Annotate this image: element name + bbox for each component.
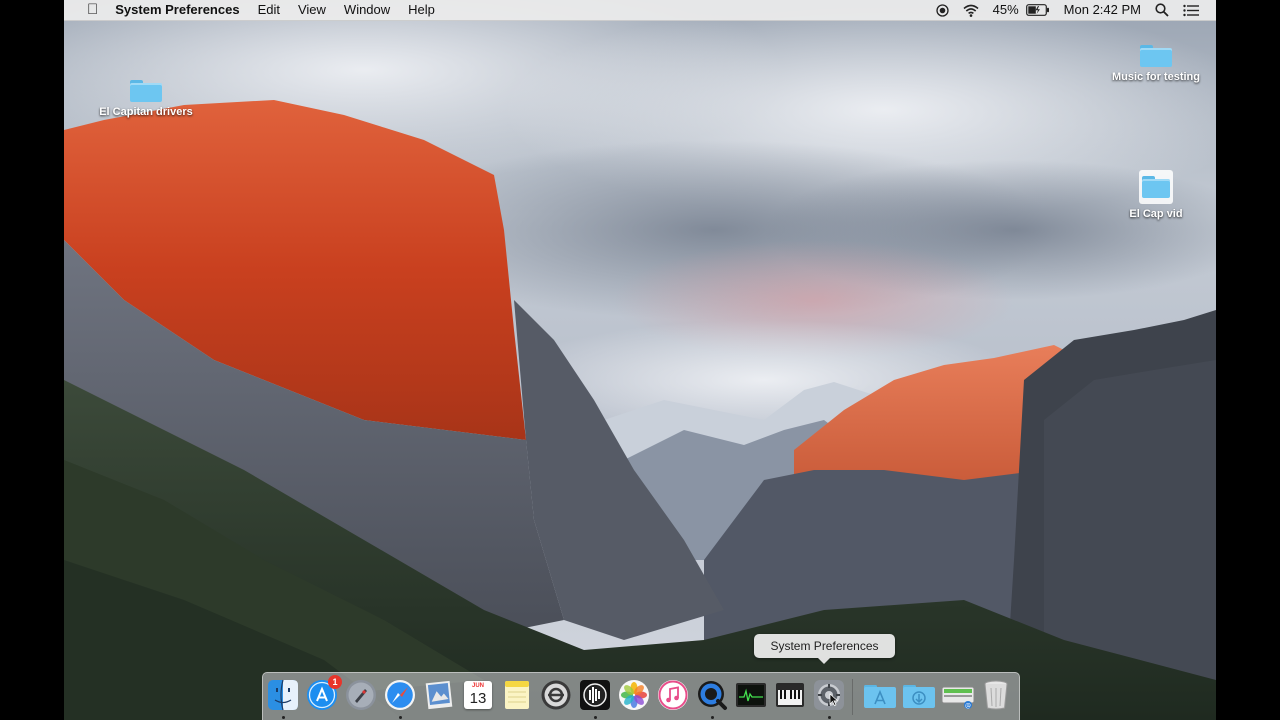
dock-utility-app[interactable] — [540, 679, 572, 711]
dock-downloads-folder[interactable] — [902, 679, 935, 711]
desktop-icon-label: Music for testing — [1111, 71, 1200, 83]
spotlight-icon[interactable] — [1148, 3, 1176, 17]
dock-launchpad[interactable] — [345, 679, 377, 711]
menu-clock[interactable]: Mon 2:42 PM — [1057, 0, 1148, 20]
dock-notes[interactable] — [501, 679, 533, 711]
calendar-icon: JUN 13 — [464, 681, 492, 709]
dock-audio-midi-setup[interactable] — [774, 679, 806, 711]
dock-activity-monitor[interactable] — [735, 679, 767, 711]
audio-app-icon — [580, 680, 610, 710]
dock-system-preferences[interactable] — [813, 679, 845, 719]
running-indicator — [399, 716, 402, 719]
dock-separator — [852, 679, 853, 715]
battery-icon[interactable] — [1025, 4, 1057, 16]
running-indicator — [594, 716, 597, 719]
dock-itunes[interactable] — [657, 679, 689, 711]
dock: 1 JUN 13 @ — [262, 672, 1020, 720]
dock-audio-app[interactable] — [579, 679, 611, 719]
trash-icon — [984, 680, 1008, 710]
notes-icon — [505, 681, 529, 709]
activity-monitor-icon — [736, 683, 766, 707]
folder-icon — [1140, 45, 1172, 67]
dock-preview[interactable] — [423, 679, 455, 711]
utility-app-icon — [541, 680, 571, 710]
menu-bar:  System Preferences Edit View Window He… — [64, 0, 1216, 21]
menu-window[interactable]: Window — [335, 0, 399, 20]
dock-safari[interactable] — [384, 679, 416, 719]
screen-record-icon[interactable] — [929, 3, 956, 17]
menu-edit[interactable]: Edit — [249, 0, 289, 20]
system-preferences-icon — [814, 680, 844, 710]
video-folder-icon — [1139, 170, 1173, 204]
dock-trash[interactable] — [980, 679, 1012, 711]
dock-photos[interactable] — [618, 679, 650, 711]
menu-help[interactable]: Help — [399, 0, 444, 20]
finder-icon — [268, 679, 298, 711]
apple-menu-icon[interactable]:  — [78, 0, 106, 20]
app-store-badge: 1 — [328, 675, 342, 689]
photos-icon — [619, 680, 649, 710]
desktop-icon-label: El Capitan drivers — [99, 106, 193, 118]
quicktime-icon — [698, 681, 727, 710]
desktop-icon-el-cap-vid[interactable]: El Cap vid — [1101, 170, 1211, 220]
desktop-icon-label: El Cap vid — [1129, 208, 1183, 220]
desktop-icon-el-capitan-drivers[interactable]: El Capitan drivers — [91, 80, 201, 118]
running-indicator — [711, 716, 714, 719]
wallpaper-image — [64, 0, 1216, 720]
downloads-folder-icon — [903, 685, 935, 708]
dock-app-store[interactable]: 1 — [306, 675, 342, 711]
dock-calendar[interactable]: JUN 13 — [462, 679, 494, 711]
dock-network-drive[interactable]: @ — [941, 679, 975, 711]
running-indicator — [282, 716, 285, 719]
wifi-icon[interactable] — [956, 4, 986, 17]
dock-applications-folder[interactable] — [863, 679, 896, 711]
midi-keyboard-icon — [776, 683, 804, 707]
desktop:  System Preferences Edit View Window He… — [64, 0, 1216, 720]
preview-icon — [425, 680, 453, 710]
network-drive-icon: @ — [941, 686, 975, 710]
calendar-day: 13 — [469, 690, 487, 707]
safari-icon — [385, 680, 415, 710]
desktop-icon-music-for-testing[interactable]: Music for testing — [1101, 45, 1211, 83]
calendar-month: JUN — [471, 683, 484, 689]
dock-tooltip: System Preferences — [754, 634, 895, 664]
folder-icon — [130, 80, 162, 102]
battery-percent[interactable]: 45% — [986, 0, 1026, 20]
applications-folder-icon — [864, 685, 896, 708]
launchpad-icon — [346, 680, 376, 710]
notification-center-icon[interactable] — [1176, 4, 1206, 17]
dock-finder[interactable] — [267, 679, 299, 719]
running-indicator — [828, 716, 831, 719]
menu-app-name[interactable]: System Preferences — [106, 0, 248, 20]
menu-view[interactable]: View — [289, 0, 335, 20]
itunes-icon — [658, 680, 688, 710]
dock-quicktime[interactable] — [696, 679, 728, 719]
svg-text:@: @ — [965, 703, 971, 710]
